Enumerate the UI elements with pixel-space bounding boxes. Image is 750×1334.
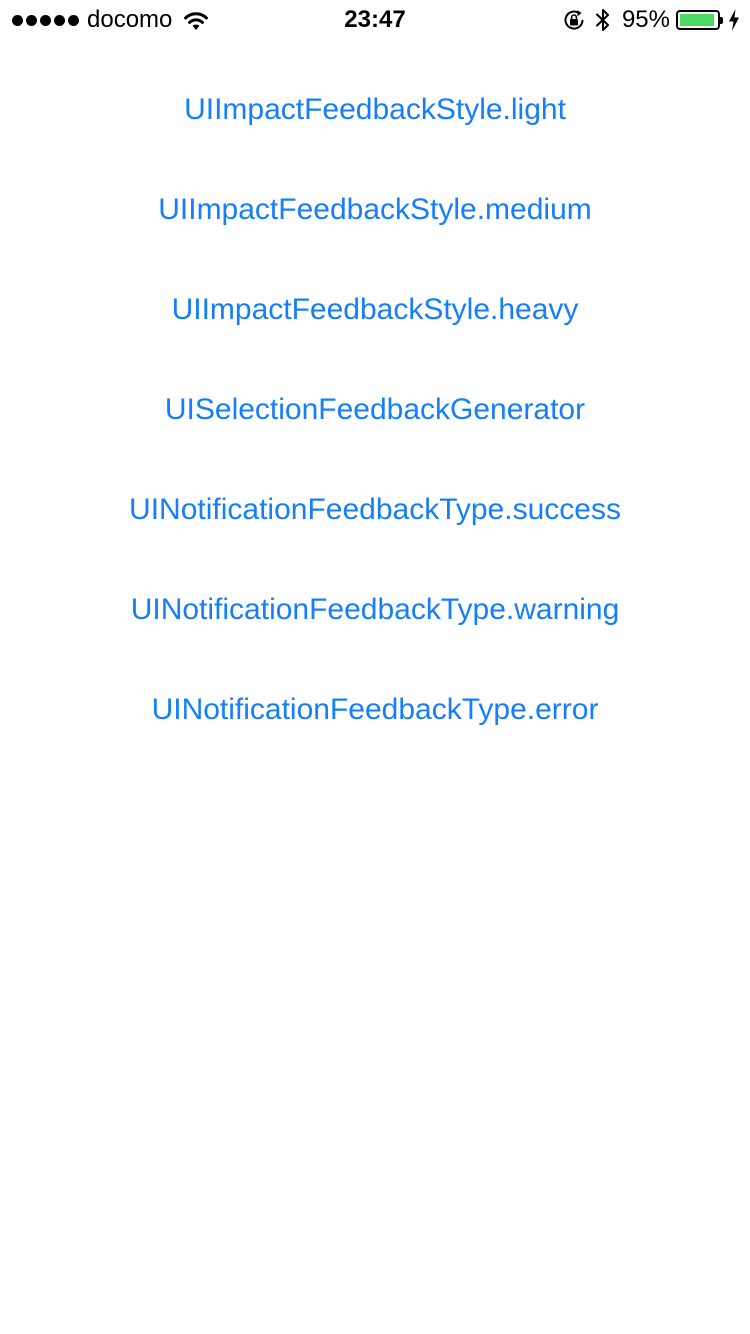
status-bar-left: docomo [12, 6, 210, 34]
notification-warning-button[interactable]: UINotificationFeedbackType.warning [0, 580, 750, 640]
selection-feedback-button[interactable]: UISelectionFeedbackGenerator [0, 380, 750, 440]
impact-heavy-button[interactable]: UIImpactFeedbackStyle.heavy [0, 280, 750, 340]
signal-dot [68, 14, 79, 26]
bluetooth-icon [595, 9, 609, 31]
battery-percentage: 95% [621, 6, 670, 33]
feedback-button-list: UIImpactFeedbackStyle.light UIImpactFeed… [0, 80, 750, 780]
impact-light-button[interactable]: UIImpactFeedbackStyle.light [0, 80, 750, 140]
charging-bolt-icon [729, 9, 739, 31]
notification-error-button[interactable]: UINotificationFeedbackType.error [0, 680, 750, 740]
carrier-name: docomo [87, 6, 173, 33]
cellular-signal-icon [12, 14, 79, 26]
battery-level-fill [680, 14, 714, 26]
signal-dot [54, 14, 65, 26]
status-bar: docomo 23:47 95% [0, 0, 750, 40]
signal-dot [12, 14, 23, 26]
status-bar-right: 95% [562, 6, 740, 34]
signal-dot [26, 14, 37, 26]
wifi-icon [184, 12, 209, 30]
rotation-lock-icon [564, 10, 584, 30]
impact-medium-button[interactable]: UIImpactFeedbackStyle.medium [0, 180, 750, 240]
signal-dot [40, 14, 51, 26]
battery-tip [720, 17, 723, 24]
notification-success-button[interactable]: UINotificationFeedbackType.success [0, 480, 750, 540]
battery-icon [676, 10, 723, 30]
